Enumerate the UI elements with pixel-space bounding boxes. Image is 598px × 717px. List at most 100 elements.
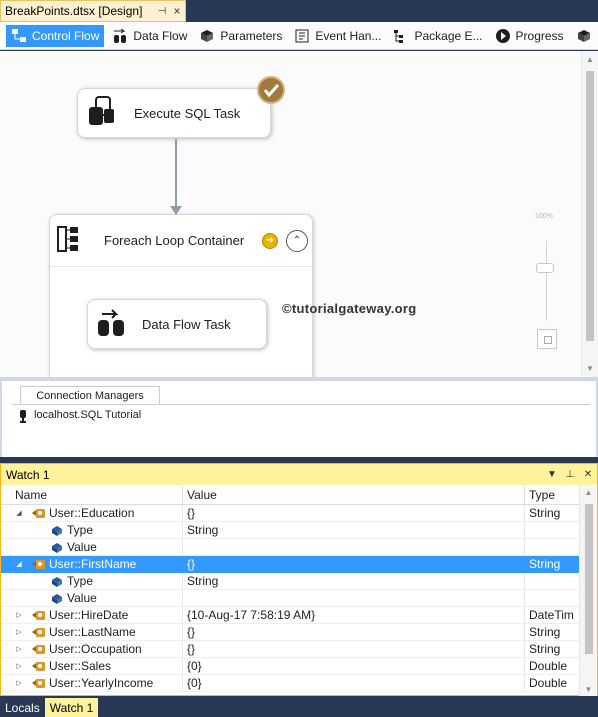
tab-watch-1[interactable]: Watch 1 [44, 698, 99, 717]
watch-row[interactable]: ▷ User::Sales {0} Double [1, 658, 580, 675]
watch-row[interactable]: ◢ User::Education {} String [1, 505, 580, 522]
collapse-icon[interactable]: ⌃ [286, 229, 308, 252]
watch-cell-value[interactable]: {} [183, 641, 525, 658]
watch-cell-value[interactable]: {} [183, 624, 525, 641]
execute-sql-task[interactable]: Execute SQL Task [77, 88, 271, 138]
watch-cell-value[interactable]: {10-Aug-17 7:58:19 AM} [183, 607, 525, 624]
scroll-up-icon[interactable]: ▲ [580, 488, 597, 497]
canvas-vertical-scrollbar[interactable]: ▲ ▼ [581, 51, 598, 377]
data-flow-task[interactable]: Data Flow Task [87, 299, 267, 349]
collapse-arrow-icon[interactable]: ◢ [15, 560, 23, 569]
toolbox-button[interactable] [572, 25, 598, 47]
column-header-type[interactable]: Type [525, 486, 580, 505]
watch-cell-value[interactable]: {0} [183, 675, 525, 692]
watch-row[interactable]: Value [1, 590, 580, 607]
watch-row[interactable]: ▷ User::Occupation {} String [1, 641, 580, 658]
data-flow-icon [112, 28, 128, 44]
expand-arrow-icon[interactable]: ▷ [15, 645, 23, 654]
zoom-level: 100% [535, 213, 553, 220]
document-tab-title: BreakPoints.dtsx [Design] [5, 4, 143, 18]
column-header-value[interactable]: Value [183, 486, 525, 505]
tab-package-explorer[interactable]: Package E... [389, 25, 486, 47]
watch-window: Watch 1 ▼ ⊥ ✕ Name Value Type ◢ User::Edu… [0, 463, 598, 696]
close-icon[interactable]: ✕ [579, 469, 597, 480]
zoom-slider-handle[interactable] [536, 263, 554, 273]
variable-icon [31, 626, 47, 639]
watch-row[interactable]: Type String [1, 573, 580, 590]
watch-cell-type [525, 522, 580, 539]
success-check-icon [257, 76, 285, 104]
watch-row[interactable]: ◢ User::FirstName {} String [1, 556, 580, 573]
zoom-to-fit-button[interactable] [537, 329, 557, 349]
tab-label: Package E... [414, 28, 483, 43]
data-flow-task-label: Data Flow Task [142, 316, 231, 332]
watch-row[interactable]: ▷ User::LastName {} String [1, 624, 580, 641]
watch-row-name: User::FirstName [49, 557, 137, 571]
scroll-down-icon[interactable]: ▼ [580, 685, 597, 694]
watch-row-name: User::Education [49, 506, 135, 520]
column-header-name[interactable]: Name [11, 486, 183, 505]
watch-row[interactable]: Value [1, 539, 580, 556]
foreach-loop-container[interactable]: Foreach Loop Container ➜ ⌃ [49, 214, 313, 377]
tab-locals[interactable]: Locals [0, 698, 45, 717]
zoom-track[interactable] [546, 241, 547, 321]
watch-row[interactable]: ▷ User::HireDate {10-Aug-17 7:58:19 AM} Dat… [1, 607, 580, 624]
parameters-icon [199, 28, 215, 44]
watch-cell-value[interactable]: {} [183, 556, 525, 573]
property-icon [49, 575, 65, 588]
watch-grid-header: Name Value Type [1, 486, 580, 505]
precedence-constraint[interactable] [175, 139, 177, 209]
watch-cell-name: Value [1, 539, 183, 556]
expand-arrow-icon[interactable]: ▷ [15, 628, 23, 637]
watch-row-name: User::YearlyIncome [49, 676, 154, 690]
watch-cell-type: DateTim [525, 607, 580, 624]
watch-cell-name: Value [1, 590, 183, 607]
watch-row-name: User::HireDate [49, 608, 129, 622]
watch-cell-value[interactable] [183, 590, 525, 607]
scroll-up-icon[interactable]: ▲ [582, 51, 598, 68]
document-tab[interactable]: BreakPoints.dtsx [Design] ⊣ × [0, 0, 186, 22]
watch-cell-value[interactable] [183, 539, 525, 556]
watch-cell-value[interactable]: String [183, 573, 525, 590]
close-icon[interactable]: × [169, 4, 185, 18]
watch-cell-name: ▷ User::YearlyIncome [1, 675, 183, 692]
collapse-arrow-icon[interactable]: ◢ [15, 509, 23, 518]
tab-control-flow[interactable]: Control Flow [6, 24, 105, 47]
tab-event-handlers[interactable]: Event Han... [290, 25, 385, 47]
scroll-down-icon[interactable]: ▼ [582, 360, 598, 377]
zoom-control[interactable]: 100% [535, 211, 561, 361]
scroll-thumb[interactable] [586, 71, 594, 341]
watch-cell-value[interactable]: {} [183, 505, 525, 522]
connection-managers-tab[interactable]: Connection Managers [20, 386, 160, 404]
execute-sql-task-icon [84, 95, 122, 132]
control-flow-canvas[interactable]: Execute SQL Task Foreach Loop Container … [0, 51, 598, 377]
connection-manager-item[interactable]: localhost.SQL Tutorial [34, 409, 141, 421]
watch-row-name: Value [67, 591, 97, 605]
scroll-thumb[interactable] [585, 504, 593, 654]
control-flow-icon [11, 28, 27, 44]
breakpoint-icon[interactable]: ➜ [262, 232, 278, 249]
tab-parameters[interactable]: Parameters [195, 25, 286, 47]
watch-cell-name: ▷ User::LastName [1, 624, 183, 641]
expand-arrow-icon[interactable]: ▷ [15, 662, 23, 671]
watch-cell-type: String [525, 641, 580, 658]
watch-row-name: Type [67, 523, 94, 537]
watch-row[interactable]: ▷ User::YearlyIncome {0} Double [1, 675, 580, 692]
watch-vertical-scrollbar[interactable]: ▲ ▼ [579, 486, 597, 696]
watch-cell-type [525, 590, 580, 607]
container-header: Foreach Loop Container ➜ ⌃ [50, 215, 312, 267]
dropdown-icon[interactable]: ▼ [543, 469, 561, 480]
watch-row[interactable]: Type String [1, 522, 580, 539]
expand-arrow-icon[interactable]: ▷ [15, 679, 23, 688]
variable-icon [31, 677, 47, 690]
watch-cell-name: ▷ User::HireDate [1, 607, 183, 624]
watch-cell-name: ◢ User::FirstName [1, 556, 183, 573]
watch-cell-value[interactable]: {0} [183, 658, 525, 675]
pin-icon[interactable]: ⊣ [155, 6, 169, 17]
expand-arrow-icon[interactable]: ▷ [15, 611, 23, 620]
tab-progress[interactable]: Progress [491, 25, 568, 47]
tab-data-flow[interactable]: Data Flow [108, 25, 191, 47]
variable-icon [31, 643, 47, 656]
watch-cell-value[interactable]: String [183, 522, 525, 539]
pin-icon[interactable]: ⊥ [561, 469, 579, 480]
